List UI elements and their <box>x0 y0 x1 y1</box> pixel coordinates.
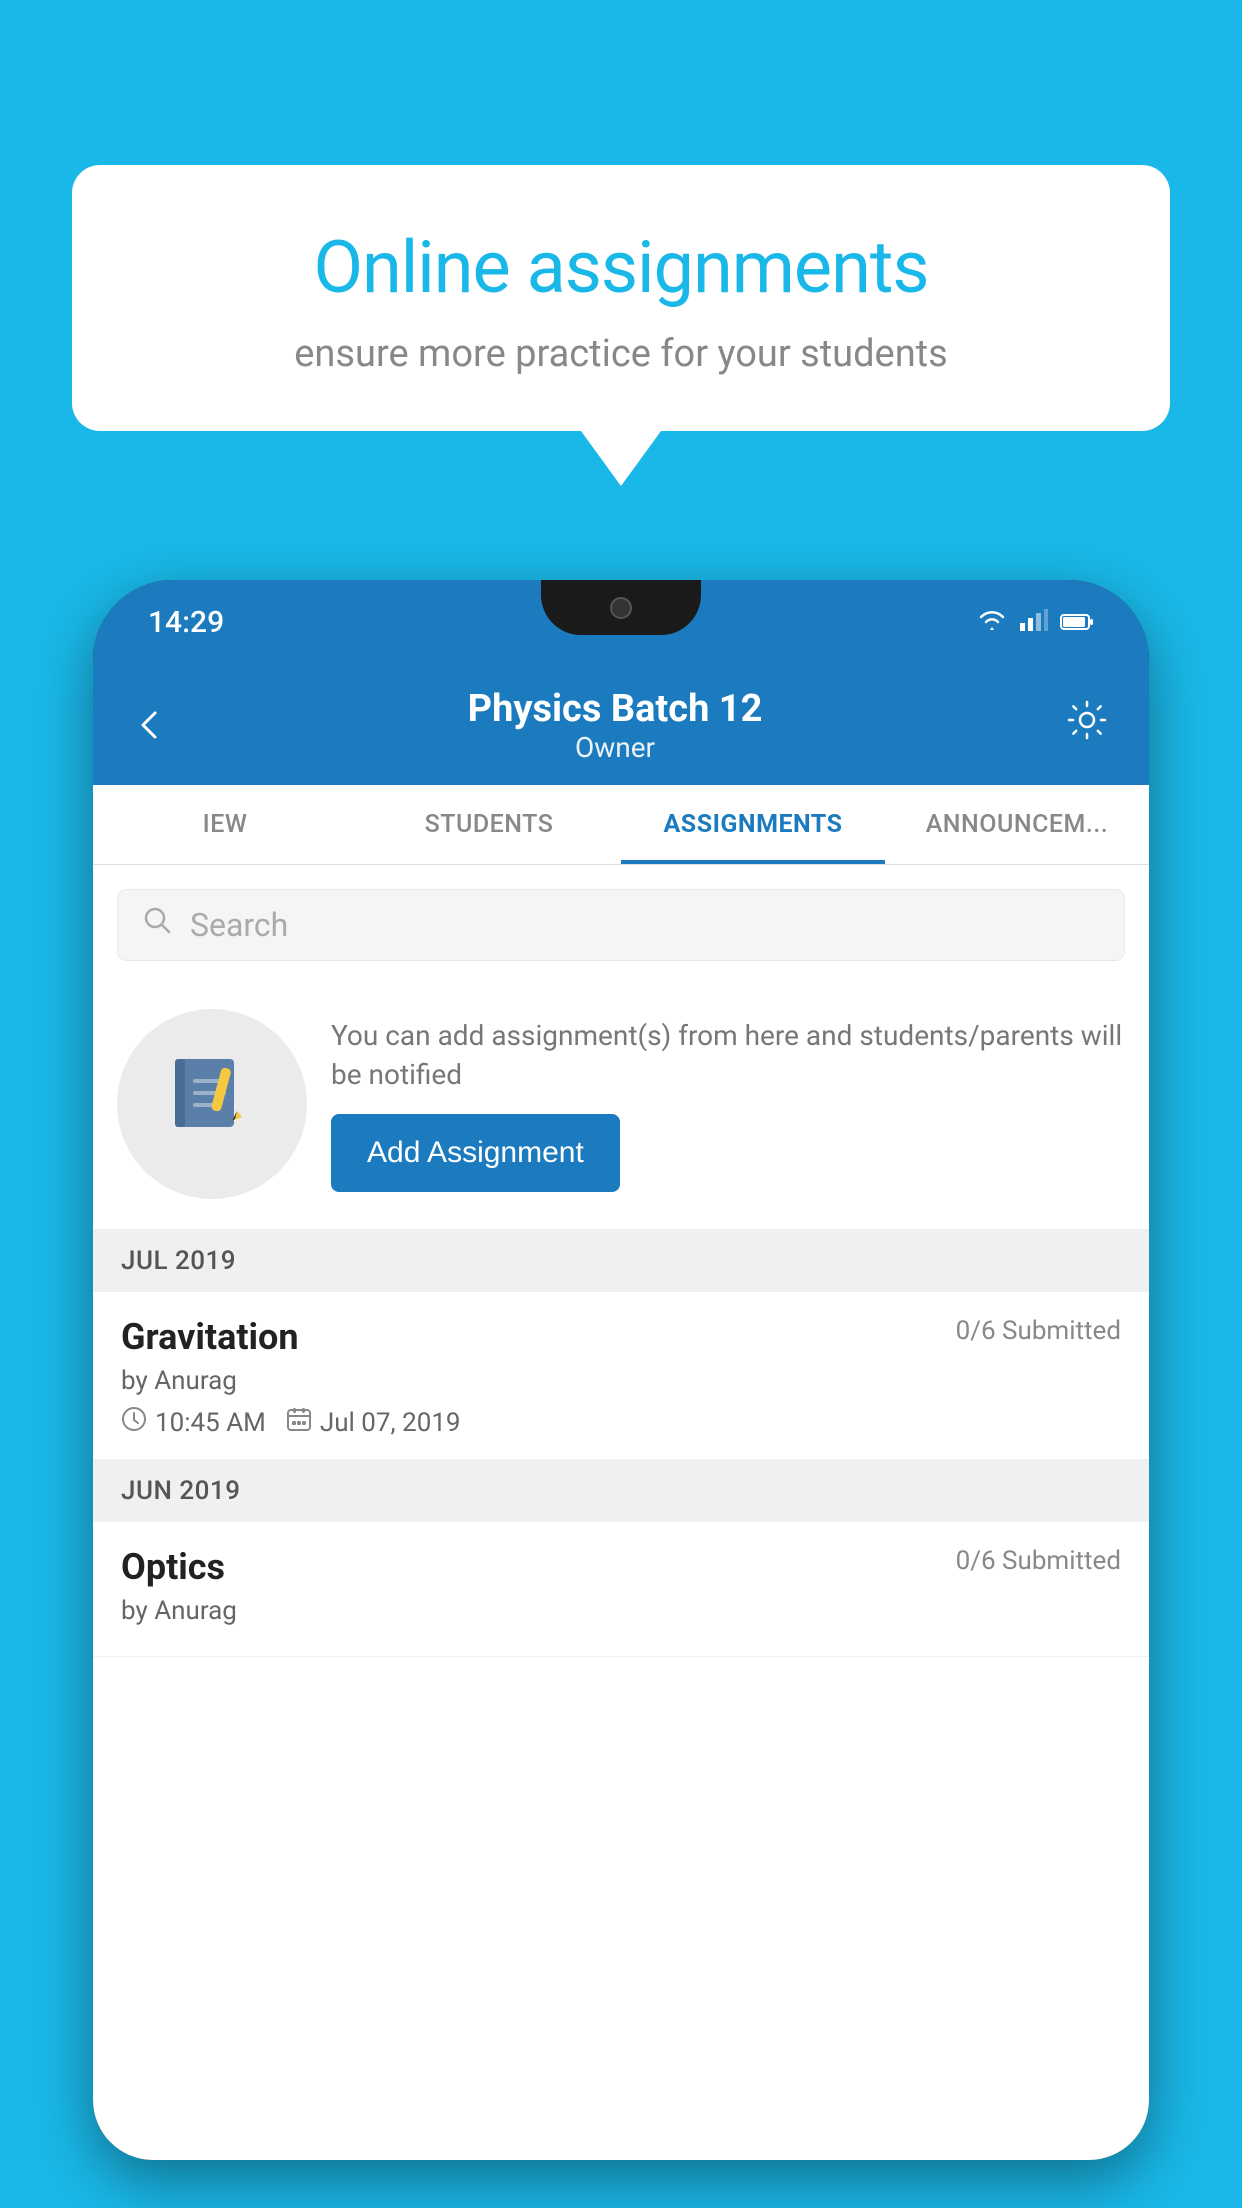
header-center: Physics Batch 12 Owner <box>468 687 763 764</box>
speech-bubble-tail <box>581 431 661 486</box>
add-assignment-button[interactable]: Add Assignment <box>331 1114 620 1192</box>
phone-container: 14:29 <box>93 580 1149 2208</box>
assignment-row-top: Gravitation 0/6 Submitted <box>121 1316 1121 1358</box>
speech-bubble-title: Online assignments <box>142 225 1100 310</box>
battery-icon <box>1060 608 1094 638</box>
status-icons <box>976 608 1094 638</box>
clock-icon <box>121 1406 147 1439</box>
assignment-item-gravitation[interactable]: Gravitation 0/6 Submitted by Anurag 10:4… <box>93 1292 1149 1460</box>
tab-announcements[interactable]: ANNOUNCEM... <box>885 785 1149 864</box>
header-subtitle: Owner <box>468 731 763 764</box>
notch <box>541 580 701 635</box>
tab-iew[interactable]: IEW <box>93 785 357 864</box>
assignment-date: Jul 07, 2019 <box>286 1406 461 1439</box>
assignment-author-optics: by Anurag <box>121 1596 1121 1626</box>
app-header: Physics Batch 12 Owner <box>93 665 1149 785</box>
search-bar[interactable]: Search <box>117 889 1125 961</box>
camera-icon <box>610 597 632 619</box>
tab-students[interactable]: STUDENTS <box>357 785 621 864</box>
settings-button[interactable] <box>1065 698 1109 752</box>
assignment-name-optics: Optics <box>121 1546 225 1588</box>
tab-assignments[interactable]: ASSIGNMENTS <box>621 785 885 864</box>
assignment-submitted-optics: 0/6 Submitted <box>956 1546 1121 1576</box>
tab-bar: IEW STUDENTS ASSIGNMENTS ANNOUNCEM... <box>93 785 1149 865</box>
phone-frame: 14:29 <box>93 580 1149 2160</box>
notebook-icon <box>167 1049 257 1159</box>
assignment-time: 10:45 AM <box>121 1406 266 1439</box>
section-header-jul: JUL 2019 <box>93 1230 1149 1292</box>
status-bar: 14:29 <box>93 580 1149 665</box>
header-title: Physics Batch 12 <box>468 687 763 731</box>
speech-bubble: Online assignments ensure more practice … <box>72 165 1170 431</box>
search-input[interactable]: Search <box>190 906 288 944</box>
assignment-row-top-optics: Optics 0/6 Submitted <box>121 1546 1121 1588</box>
assignment-meta: 10:45 AM <box>121 1406 1121 1439</box>
assignment-item-optics[interactable]: Optics 0/6 Submitted by Anurag <box>93 1522 1149 1657</box>
add-assignment-description: You can add assignment(s) from here and … <box>331 1016 1125 1094</box>
assignment-submitted: 0/6 Submitted <box>956 1316 1121 1346</box>
assignment-name: Gravitation <box>121 1316 299 1358</box>
speech-bubble-subtitle: ensure more practice for your students <box>142 332 1100 376</box>
screen-content: Search <box>93 865 1149 2160</box>
section-header-jun: JUN 2019 <box>93 1460 1149 1522</box>
speech-bubble-container: Online assignments ensure more practice … <box>72 165 1170 486</box>
add-assignment-right: You can add assignment(s) from here and … <box>331 1016 1125 1192</box>
calendar-icon <box>286 1406 312 1439</box>
wifi-icon <box>976 608 1008 638</box>
assignment-author: by Anurag <box>121 1366 1121 1396</box>
signal-icon <box>1020 608 1048 638</box>
search-icon <box>142 905 174 945</box>
status-time: 14:29 <box>148 605 224 640</box>
back-button[interactable] <box>133 709 165 741</box>
notebook-icon-circle <box>117 1009 307 1199</box>
add-assignment-section: You can add assignment(s) from here and … <box>93 979 1149 1230</box>
